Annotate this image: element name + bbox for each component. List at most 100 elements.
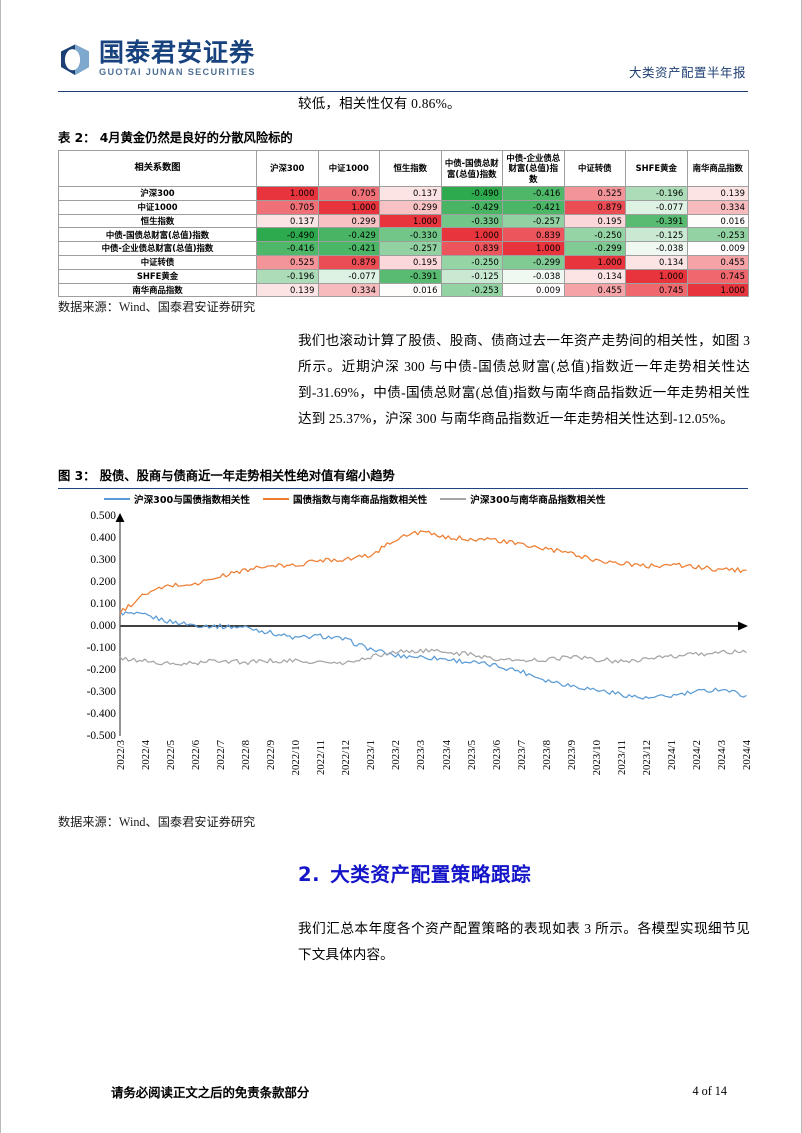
x-tick-label: 2023/8 — [540, 740, 553, 770]
table-row: 中债-企业债总财富(总值)指数 -0.416 -0.421 -0.257 0.839 1.… — [58, 241, 749, 256]
table-cell: -0.253 — [686, 227, 749, 243]
table-row-label: 中债-国债总财富(总值)指数 — [58, 227, 257, 243]
table-row: 中债-国债总财富(总值)指数 -0.490 -0.429 -0.330 1.000 0.8… — [58, 227, 749, 243]
table-col-header-2: 恒生指数 — [379, 150, 442, 187]
table-cell: -0.257 — [502, 213, 565, 229]
table-cell: 0.299 — [317, 213, 380, 229]
table-cell: 1.000 — [563, 254, 626, 270]
x-tick-label: 2022/3 — [115, 740, 127, 770]
table-cell: -0.196 — [256, 268, 319, 284]
table-cell: -0.299 — [502, 254, 565, 270]
table-cell: 0.009 — [502, 282, 565, 298]
table-row-label: 沪深300 — [58, 186, 257, 201]
table-cell: -0.250 — [563, 227, 626, 243]
table-cell: 1.000 — [440, 227, 503, 243]
table-cell: 0.455 — [686, 254, 749, 270]
table-row-label: SHFE黄金 — [58, 268, 257, 284]
table-cell: -0.490 — [256, 227, 319, 243]
table-cell: -0.330 — [440, 213, 503, 229]
table-cell: 0.455 — [563, 282, 626, 298]
table-cell: -0.299 — [563, 241, 626, 256]
table-cell: 0.139 — [256, 282, 319, 298]
table-cell: 0.016 — [379, 282, 442, 298]
legend-item-1: 国债指数与南华商品指数相关性 — [262, 492, 428, 506]
table-cell: 0.705 — [256, 199, 319, 215]
table-col-header-4: 中债-企业债总财富(总值)指数 — [502, 150, 565, 187]
table-cell: -0.257 — [379, 241, 442, 256]
legend-label-2: 沪深300与南华商品指数相关性 — [470, 495, 606, 506]
report-series-title: 大类资产配置半年报 — [628, 65, 746, 80]
x-tick-label: 2024/2 — [690, 740, 703, 770]
table-row-label: 中证转债 — [58, 254, 257, 270]
logo-title-cn: 国泰君安证券 — [99, 38, 256, 67]
section-title: 大类资产配置策略跟踪 — [330, 863, 532, 886]
table-cell: -0.391 — [625, 213, 688, 229]
table-cell: -0.429 — [317, 227, 380, 243]
legend-swatch-2 — [440, 497, 467, 501]
table-row-label: 恒生指数 — [58, 213, 257, 229]
figure-caption: 图 3： 股债、股商与债商近一年走势相关性绝对值有缩小趋势 — [58, 466, 748, 489]
y-tick-label: 0.500 — [90, 510, 116, 522]
logo-mark-icon — [58, 43, 92, 77]
table-cell: 0.334 — [686, 199, 749, 215]
table-cell: -0.429 — [440, 199, 503, 215]
company-logo: 国泰君安证券 GUOTAI JUNAN SECURITIES — [58, 40, 256, 77]
table-cell: 0.139 — [686, 186, 749, 201]
y-tick-label: 0.000 — [90, 620, 116, 632]
table-cell: 0.299 — [379, 199, 442, 215]
footer-page-number: 4 of 14 — [692, 1084, 727, 1098]
table-cell: 0.195 — [563, 213, 626, 229]
x-tick-label: 2023/4 — [440, 740, 453, 770]
x-tick-label: 2022/9 — [265, 740, 278, 770]
x-tick-label: 2022/6 — [190, 740, 203, 770]
x-tick-label: 2022/4 — [140, 740, 153, 770]
legend-label-1: 国债指数与南华商品指数相关性 — [292, 495, 428, 506]
figure-source: 数据来源：Wind、国泰君安证券研究 — [58, 815, 256, 829]
table-cell: 0.525 — [256, 254, 319, 270]
table-cell: -0.125 — [625, 227, 688, 243]
table-cell: -0.125 — [440, 268, 503, 284]
table-col-header-0: 沪深300 — [256, 150, 319, 187]
table-caption: 表 2： 4月黄金仍然是良好的分散风险标的 — [58, 128, 748, 151]
table-col-header-6: SHFE黄金 — [625, 150, 688, 187]
lead-paragraph: 较低，相关性仅有 0.86%。 — [298, 96, 461, 111]
table-cell: 0.195 — [379, 254, 442, 270]
y-tick-label: -0.500 — [86, 730, 116, 742]
table-cell: -0.077 — [625, 199, 688, 215]
table-row: SHFE黄金 -0.196 -0.077 -0.391 -0.125 -0.038 0.13… — [58, 268, 749, 284]
x-tick-label: 2024/4 — [741, 740, 753, 770]
table-row: 恒生指数 0.137 0.299 1.000 -0.330 -0.257 0.195 -0.3… — [58, 213, 749, 229]
x-tick-label: 2023/5 — [465, 740, 478, 770]
paragraph-correlation: 我们也滚动计算了股债、股商、债商过去一年资产走势间的相关性，如图 3 所示。近期… — [298, 333, 750, 426]
table-row-label: 中证1000 — [58, 199, 257, 215]
correlation-matrix-table: 相关系数图 沪深300 中证1000 恒生指数 中债-国债总财富(总值)指数 中债-企业债… — [58, 150, 749, 298]
table-cell: -0.421 — [317, 241, 380, 256]
legend-item-2: 沪深300与南华商品指数相关性 — [440, 492, 605, 506]
x-tick-label: 2023/10 — [590, 740, 603, 776]
table-col-header-5: 中证转债 — [563, 150, 626, 187]
table-row-label: 南华商品指数 — [58, 282, 257, 298]
x-tick-label: 2022/11 — [315, 740, 328, 775]
y-tick-label: -0.300 — [86, 686, 116, 698]
table-cell: 0.137 — [256, 213, 319, 229]
x-tick-label: 2024/1 — [665, 740, 678, 770]
table-cell: 0.705 — [317, 186, 380, 201]
x-tick-label: 2023/1 — [365, 740, 378, 770]
logo-title-en: GUOTAI JUNAN SECURITIES — [99, 67, 256, 77]
table-cell: -0.196 — [625, 186, 688, 201]
table-row: 中证1000 0.705 1.000 0.299 -0.429 -0.421 0.879 -0… — [58, 199, 749, 215]
page: 国泰君安证券 GUOTAI JUNAN SECURITIES 大类资产配置半年报… — [0, 0, 802, 1133]
table-row-label: 中债-企业债总财富(总值)指数 — [58, 241, 257, 256]
table-col-header-3: 中债-国债总财富(总值)指数 — [440, 150, 503, 187]
table-cell: 1.000 — [686, 282, 749, 298]
y-axis-arrow-icon — [115, 513, 125, 522]
table-cell: 1.000 — [625, 268, 688, 284]
series-line-0 — [119, 610, 747, 700]
legend-swatch-1 — [262, 497, 289, 501]
table-cell: -0.490 — [440, 186, 503, 201]
table-cell: -0.330 — [379, 227, 442, 243]
legend-swatch-0 — [104, 497, 130, 501]
section-heading: 2. 大类资产配置策略跟踪 — [298, 858, 531, 887]
table-cell: 1.000 — [379, 213, 442, 229]
y-tick-label: -0.200 — [86, 664, 116, 676]
